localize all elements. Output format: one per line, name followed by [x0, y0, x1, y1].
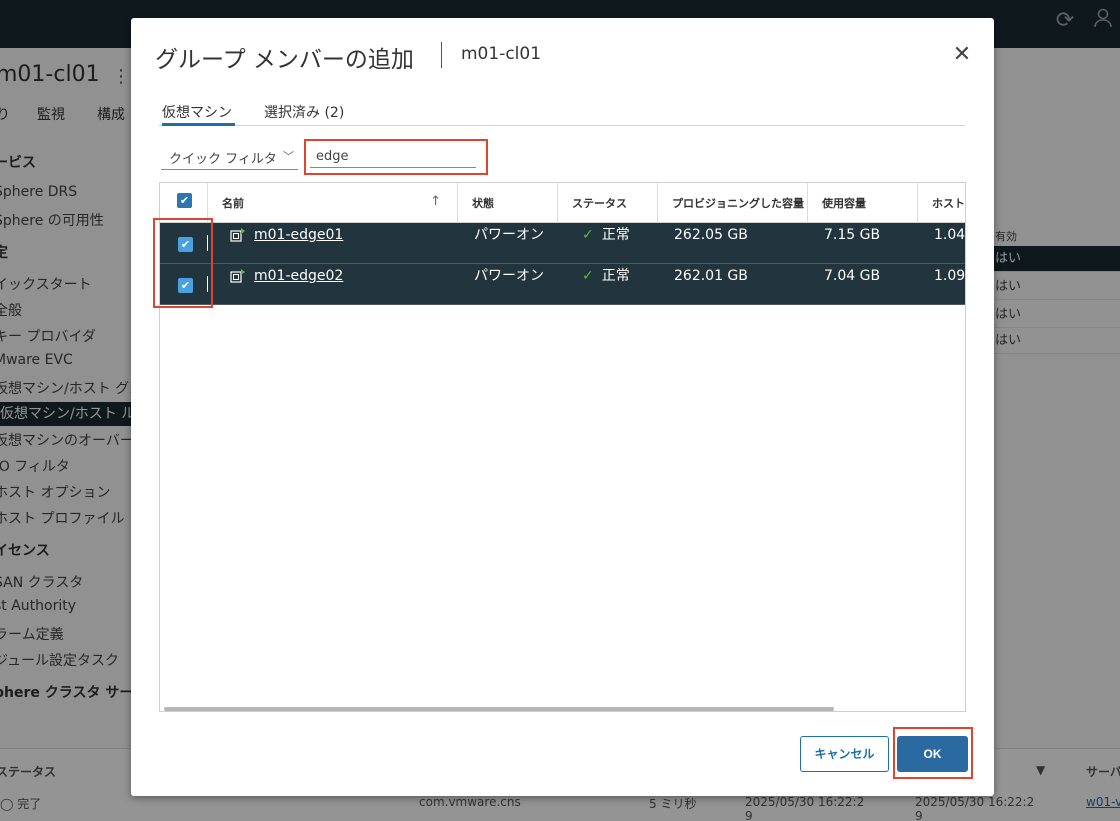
column-header-name[interactable]: 名前 ↑: [208, 183, 458, 223]
vm-powered-on-icon: [230, 228, 245, 242]
column-header-provisioned[interactable]: プロビジョニングした容量: [658, 183, 808, 223]
vm-name-link[interactable]: m01-edge01: [254, 227, 343, 243]
horizontal-scrollbar[interactable]: [164, 707, 834, 711]
check-icon: ✓: [582, 227, 594, 243]
column-header-status[interactable]: ステータス: [558, 183, 658, 223]
vm-provisioned: 262.01 GB: [674, 268, 748, 284]
chevron-down-icon: ﹀: [283, 150, 294, 163]
select-all-checkbox[interactable]: ✔: [177, 193, 192, 208]
table-row[interactable]: ✔ m01-edge02 パワーオン ✓ 正常 262.01 GB 7.04 GB…: [160, 264, 966, 305]
quick-filter-dropdown[interactable]: クイック フィルタ ﹀: [161, 148, 298, 170]
tab-virtual-machines[interactable]: 仮想マシン: [162, 102, 235, 126]
grid-header: ✔ 名前 ↑ 状態 ステータス プロビジョニングした容量 使用容量 ホスト: [160, 183, 965, 223]
vm-state: パワーオン: [474, 268, 544, 284]
column-header-state[interactable]: 状態: [458, 183, 558, 223]
dialog-title: グループ メンバーの追加: [155, 47, 414, 73]
check-icon: ✓: [582, 268, 594, 284]
tab-selected[interactable]: 選択済み (2): [264, 102, 344, 126]
dialog-tabs: 仮想マシン 選択済み (2): [159, 102, 965, 126]
vm-host-mem: 1.09 G: [934, 268, 966, 284]
vm-status: ✓ 正常: [582, 227, 630, 243]
dialog-subtitle: m01-cl01: [461, 44, 542, 64]
sort-ascending-icon[interactable]: ↑: [430, 194, 441, 209]
vm-host-mem: 1.04 G: [934, 227, 966, 243]
vm-used: 7.04 GB: [824, 268, 881, 284]
selection-highlight-box: [153, 218, 213, 308]
header-select-cell: ✔: [160, 183, 208, 223]
add-group-member-dialog: グループ メンバーの追加 m01-cl01 ✕ 仮想マシン 選択済み (2) ク…: [131, 18, 994, 796]
vm-name-link[interactable]: m01-edge02: [254, 268, 343, 284]
cancel-button[interactable]: キャンセル: [800, 736, 889, 772]
vm-status: ✓ 正常: [582, 268, 630, 284]
title-divider: [441, 42, 442, 68]
column-header-used[interactable]: 使用容量: [808, 183, 918, 223]
table-row[interactable]: ✔ m01-edge01 パワーオン ✓ 正常 262.05 GB 7.15 GB…: [160, 223, 966, 264]
search-input[interactable]: [310, 146, 476, 168]
ok-button[interactable]: OK: [897, 736, 968, 772]
close-icon[interactable]: ✕: [951, 44, 973, 66]
vm-state: パワーオン: [474, 227, 544, 243]
quick-filter-label: クイック フィルタ: [169, 152, 277, 167]
vm-grid: ✔ 名前 ↑ 状態 ステータス プロビジョニングした容量 使用容量 ホスト ✔ …: [159, 182, 966, 712]
vm-used: 7.15 GB: [824, 227, 881, 243]
vm-powered-on-icon: [230, 269, 245, 283]
column-header-host[interactable]: ホスト: [918, 183, 965, 223]
vm-provisioned: 262.05 GB: [674, 227, 748, 243]
